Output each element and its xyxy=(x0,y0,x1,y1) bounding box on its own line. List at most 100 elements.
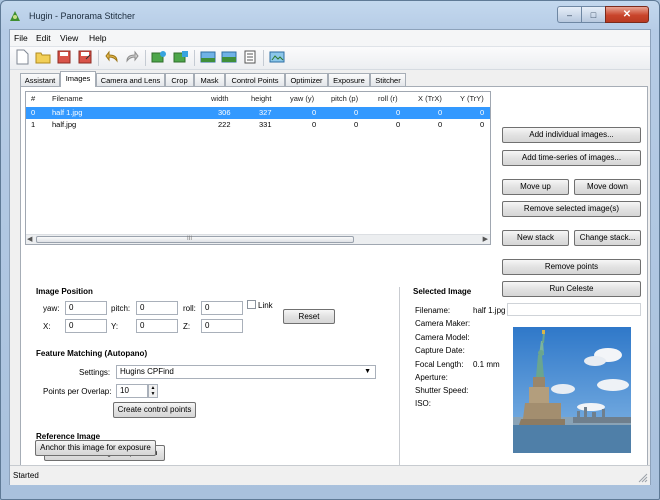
tab-control-points[interactable]: Control Points xyxy=(225,73,285,86)
create-control-points-button[interactable]: Create control points xyxy=(113,402,196,418)
run-celeste-button[interactable]: Run Celeste xyxy=(502,281,641,297)
tab-mask[interactable]: Mask xyxy=(194,73,225,86)
redo-button[interactable] xyxy=(123,49,141,67)
add-time-series-images-button[interactable]: Add time-series of images... xyxy=(502,150,641,166)
application-window: Hugin - Panorama Stitcher – □ ✕ File Edi… xyxy=(0,0,660,500)
column-header-width[interactable]: width xyxy=(211,92,229,106)
selected-image-heading: Selected Image xyxy=(413,287,472,296)
cell-width: 222 xyxy=(218,120,231,129)
minimize-icon: – xyxy=(566,9,572,20)
images-panel: # Filename width height yaw (y) pitch (p… xyxy=(20,86,648,475)
status-text: Started xyxy=(13,471,39,480)
layout-preview-button[interactable] xyxy=(241,49,259,67)
menu-edit[interactable]: Edit xyxy=(36,33,51,43)
settings-label: Settings: xyxy=(79,368,111,377)
undo-button[interactable] xyxy=(103,49,121,67)
column-header-yaw[interactable]: yaw (y) xyxy=(290,92,314,106)
tab-images[interactable]: Images xyxy=(60,71,96,87)
scroll-left-icon[interactable]: ◀ xyxy=(27,235,32,243)
add-images-button[interactable] xyxy=(150,49,168,67)
window-title: Hugin - Panorama Stitcher xyxy=(29,11,136,21)
toolbar-separator xyxy=(98,50,99,66)
reset-button[interactable]: Reset xyxy=(283,309,335,324)
horizontal-scrollbar[interactable]: ◀ III ▶ xyxy=(26,234,490,244)
minimize-button[interactable]: – xyxy=(557,6,581,23)
camera-maker-label: Camera Maker: xyxy=(415,319,471,328)
table-row[interactable]: 1 half.jpg 222 331 0 0 0 0 0 xyxy=(26,119,490,131)
remove-selected-images-button[interactable]: Remove selected image(s) xyxy=(502,201,641,217)
tab-stitcher[interactable]: Stitcher xyxy=(370,73,406,86)
add-individual-images-button[interactable]: Add individual images... xyxy=(502,127,641,143)
menu-file[interactable]: File xyxy=(14,33,28,43)
tab-exposure[interactable]: Exposure xyxy=(328,73,370,86)
tab-optimizer[interactable]: Optimizer xyxy=(285,73,328,86)
image-thumbnail xyxy=(513,327,631,453)
remove-points-button[interactable]: Remove points xyxy=(502,259,641,275)
x-input[interactable]: 0 xyxy=(65,319,107,333)
z-input[interactable]: 0 xyxy=(201,319,243,333)
add-images-icon xyxy=(151,50,167,66)
image-list[interactable]: # Filename width height yaw (y) pitch (p… xyxy=(25,91,491,245)
move-up-button[interactable]: Move up xyxy=(502,179,569,195)
column-header-height[interactable]: height xyxy=(251,92,271,106)
cell-x: 0 xyxy=(438,120,443,129)
scrollbar-thumb[interactable]: III xyxy=(36,236,354,243)
x-label: X: xyxy=(43,322,51,331)
column-header-pitch[interactable]: pitch (p) xyxy=(331,92,358,106)
preview-button[interactable] xyxy=(199,49,217,67)
menu-view[interactable]: View xyxy=(60,33,78,43)
cell-pitch: 0 xyxy=(354,120,359,129)
pitch-input[interactable]: 0 xyxy=(136,301,178,315)
close-button[interactable]: ✕ xyxy=(605,6,649,23)
filename-value: half 1.jpg xyxy=(473,306,506,315)
anchor-exposure-button[interactable]: Anchor this image for exposure xyxy=(35,440,156,456)
pitch-label: pitch: xyxy=(111,304,131,313)
feature-matching-heading: Feature Matching (Autopano) xyxy=(36,349,148,358)
cell-yaw: 0 xyxy=(312,108,317,117)
cell-yaw: 0 xyxy=(312,120,317,129)
save-button[interactable] xyxy=(55,49,73,67)
settings-dropdown[interactable]: Hugins CPFind ▼ xyxy=(116,365,376,379)
tab-assistant[interactable]: Assistant xyxy=(20,73,60,86)
save-as-icon xyxy=(78,50,92,66)
column-header-filename[interactable]: Filename xyxy=(52,92,83,106)
column-header-roll[interactable]: roll (r) xyxy=(378,92,398,106)
new-project-button[interactable] xyxy=(13,49,31,67)
hugin-logo-icon xyxy=(9,10,21,22)
column-header-y[interactable]: Y (TrY) xyxy=(460,92,484,106)
points-per-overlap-label: Points per Overlap: xyxy=(43,387,112,396)
column-header-index[interactable]: # xyxy=(31,92,35,106)
close-icon: ✕ xyxy=(622,9,632,20)
link-checkbox[interactable] xyxy=(247,300,256,309)
column-header-x[interactable]: X (TrX) xyxy=(418,92,442,106)
save-as-button[interactable] xyxy=(76,49,94,67)
settings-value: Hugins CPFind xyxy=(120,367,174,376)
yaw-input[interactable]: 0 xyxy=(65,301,107,315)
new-stack-button[interactable]: New stack xyxy=(502,230,569,246)
yaw-label: yaw: xyxy=(43,304,60,313)
fast-preview-button[interactable] xyxy=(220,49,238,67)
move-down-button[interactable]: Move down xyxy=(574,179,641,195)
title-bar[interactable]: Hugin - Panorama Stitcher – □ ✕ xyxy=(1,1,659,29)
menu-help[interactable]: Help xyxy=(89,33,106,43)
gl-preview-button[interactable] xyxy=(268,49,286,67)
maximize-button[interactable]: □ xyxy=(581,6,605,23)
cell-height: 331 xyxy=(259,120,272,129)
spinner-arrows-icon[interactable]: ▲ ▼ xyxy=(148,384,158,398)
open-project-button[interactable] xyxy=(34,49,52,67)
cell-filename: half 1.jpg xyxy=(52,108,83,117)
scroll-grip: III xyxy=(187,236,193,242)
maximize-icon: □ xyxy=(590,9,597,20)
tab-camera-and-lens[interactable]: Camera and Lens xyxy=(96,73,165,86)
tab-crop[interactable]: Crop xyxy=(165,73,194,86)
change-stack-button[interactable]: Change stack... xyxy=(574,230,641,246)
cell-filename: half.jpg xyxy=(52,120,77,129)
gl-preview-icon xyxy=(269,50,285,66)
add-time-series-button[interactable] xyxy=(172,49,190,67)
roll-input[interactable]: 0 xyxy=(201,301,243,315)
table-row[interactable]: 0 half 1.jpg 306 327 0 0 0 0 0 xyxy=(26,107,490,119)
resize-grip-icon[interactable] xyxy=(638,473,648,483)
scroll-right-icon[interactable]: ▶ xyxy=(483,235,488,243)
points-per-overlap-spinner[interactable]: 10 xyxy=(116,384,148,398)
y-input[interactable]: 0 xyxy=(136,319,178,333)
